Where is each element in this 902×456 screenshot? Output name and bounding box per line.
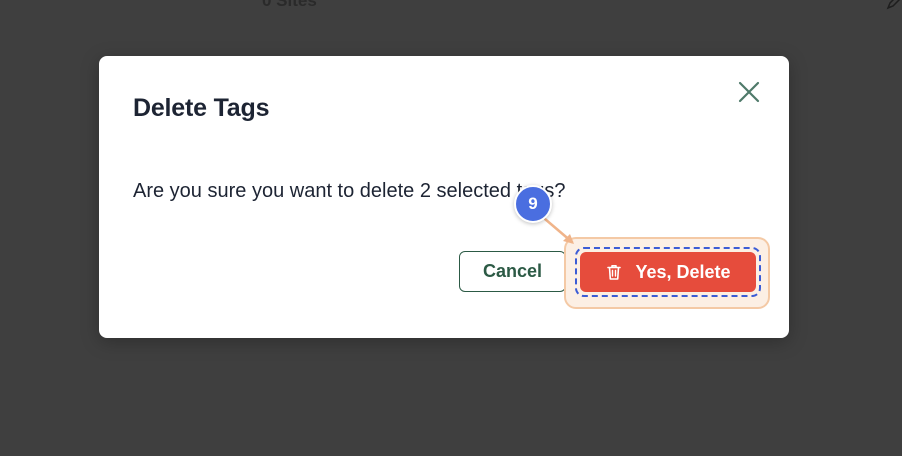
- delete-tags-dialog: Delete Tags Are you sure you want to del…: [99, 56, 789, 338]
- sites-count-text: 0 Sites: [262, 0, 317, 10]
- trash-icon: [605, 263, 623, 281]
- close-icon: [738, 81, 760, 108]
- dialog-message: Are you sure you want to delete 2 select…: [133, 180, 566, 202]
- pencil-icon: [886, 0, 902, 10]
- dialog-title: Delete Tags: [133, 94, 270, 122]
- step-number-badge: 9: [514, 185, 552, 223]
- cancel-button[interactable]: Cancel: [459, 251, 566, 292]
- confirm-delete-label: Yes, Delete: [635, 261, 731, 282]
- confirm-delete-button[interactable]: Yes, Delete: [580, 252, 756, 292]
- close-button[interactable]: [735, 80, 763, 108]
